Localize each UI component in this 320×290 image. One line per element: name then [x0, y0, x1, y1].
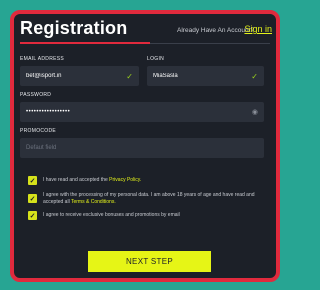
terms-consent-text: I agree with the processing of my person…	[43, 192, 265, 206]
header-divider	[150, 43, 270, 44]
promocode-field[interactable]: Defaut field	[20, 138, 264, 158]
promotions-consent-label: I agree to receive exclusive bonuses and…	[43, 212, 180, 218]
password-value: •••••••••••••••••	[26, 109, 71, 115]
checkmark-icon: ✓	[251, 71, 258, 81]
login-label: LOGIN	[147, 56, 165, 62]
privacy-consent-label: I have read and accepted the	[43, 177, 110, 183]
already-account-text: Already Have An Account?	[177, 27, 254, 34]
eye-icon[interactable]: ◉	[252, 108, 258, 116]
next-step-button[interactable]: NEXT STEP	[88, 251, 211, 272]
checkmark-icon: ✓	[126, 71, 133, 81]
password-label: PASSWORD	[20, 92, 52, 98]
privacy-consent-text: I have read and accepted the Privacy Pol…	[43, 177, 263, 184]
terms-conditions-link[interactable]: Terms & Conditions.	[71, 199, 116, 205]
promotions-consent-text: I agree to receive exclusive bonuses and…	[43, 212, 265, 219]
email-field[interactable]: bet@isport.in ✓	[20, 66, 139, 86]
terms-checkbox[interactable]: ✓	[28, 194, 37, 203]
privacy-policy-link[interactable]: Privacy Policy.	[109, 177, 141, 183]
email-label: EMAIL ADDRESS	[20, 56, 65, 62]
login-field[interactable]: MiaSasla ✓	[147, 66, 264, 86]
promotions-checkbox[interactable]: ✓	[28, 211, 37, 220]
promocode-placeholder: Defaut field	[26, 145, 57, 151]
email-value: bet@isport.in	[26, 73, 62, 79]
privacy-checkbox[interactable]: ✓	[28, 176, 37, 185]
signin-link[interactable]: Sign in	[244, 24, 272, 34]
title-underline	[20, 42, 150, 44]
password-field[interactable]: ••••••••••••••••• ◉	[20, 102, 264, 122]
promocode-label: PROMOCODE	[20, 128, 57, 134]
page-title: Registration	[20, 18, 128, 38]
login-value: MiaSasla	[153, 73, 178, 79]
registration-panel: Registration Already Have An Account? Si…	[10, 10, 280, 282]
